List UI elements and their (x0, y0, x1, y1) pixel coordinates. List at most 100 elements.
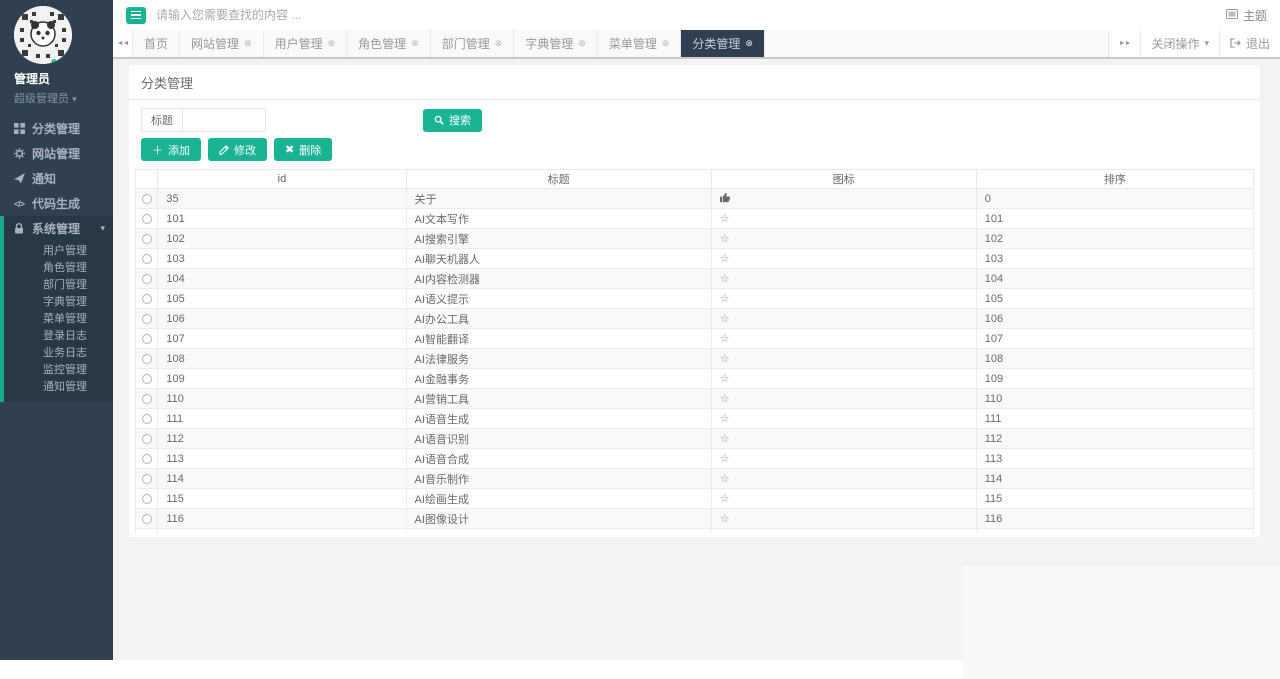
cell-icon (711, 189, 976, 209)
table-row[interactable]: 105AI语义提示☆105 (136, 289, 1254, 309)
exit-button[interactable]: 退出 (1219, 30, 1280, 57)
column-header-icon: 图标 (711, 170, 976, 189)
theme-button[interactable]: 主题 (1226, 7, 1267, 24)
cell-icon: ☆ (711, 229, 976, 249)
app-window: 管理员 超级管理员 ▾ 分类管理网站管理通知</>代码生成系统管理▾用户管理角色… (0, 0, 1280, 660)
cell-sort: 108 (976, 349, 1253, 369)
global-search-input[interactable] (156, 8, 416, 22)
row-radio[interactable] (142, 214, 152, 224)
delete-button[interactable]: ✖ 删除 (274, 138, 332, 161)
sidebar-item-code-gen[interactable]: </>代码生成 (0, 191, 113, 216)
tab-close-icon[interactable]: ⊗ (328, 38, 336, 49)
tab-close-icon[interactable]: ⊗ (411, 38, 419, 49)
tab-user-mgmt[interactable]: 用户管理⊗ (264, 30, 348, 57)
sidebar-item-system-mgmt[interactable]: 系统管理▾ (4, 216, 113, 241)
row-radio[interactable] (142, 454, 152, 464)
tab-close-icon[interactable]: ⊗ (495, 38, 503, 49)
tab-bar-actions: ►► 关闭操作 ▾ 退出 (1108, 30, 1280, 57)
title-filter-input[interactable] (183, 109, 265, 131)
row-radio[interactable] (142, 514, 152, 524)
sidebar-subitem[interactable]: 登录日志 (4, 328, 113, 345)
table-actions: ＋ 添加 修改 ✖ 删除 (141, 138, 1254, 161)
table-row[interactable]: 115AI绘画生成☆115 (136, 489, 1254, 509)
cell-icon: ☆ (711, 269, 976, 289)
row-radio[interactable] (142, 354, 152, 364)
tab-menu-mgmt[interactable]: 菜单管理⊗ (598, 30, 682, 57)
table-row[interactable]: 106AI办公工具☆106 (136, 309, 1254, 329)
row-radio[interactable] (142, 414, 152, 424)
tab-dict-mgmt[interactable]: 字典管理⊗ (514, 30, 598, 57)
star-icon: ☆ (720, 333, 730, 345)
sidebar-subitem[interactable]: 业务日志 (4, 345, 113, 362)
table-row[interactable]: 108AI法律服务☆108 (136, 349, 1254, 369)
cell-icon: ☆ (711, 329, 976, 349)
table-row[interactable]: 107AI智能翻译☆107 (136, 329, 1254, 349)
close-operations-dropdown[interactable]: 关闭操作 ▾ (1140, 30, 1219, 57)
title-filter-label: 标题 (142, 109, 183, 131)
row-radio[interactable] (142, 254, 152, 264)
menu-toggle-button[interactable] (126, 7, 146, 24)
table-row[interactable]: 110AI营销工具☆110 (136, 389, 1254, 409)
cell-id: 116 (158, 509, 406, 529)
tab-close-icon[interactable]: ⊗ (244, 38, 252, 49)
table-row-cutoff (136, 529, 1254, 534)
sidebar-item-website-mgmt[interactable]: 网站管理 (0, 141, 113, 166)
tabs-scroll-left-button[interactable]: ◄◄ (113, 30, 133, 57)
add-button[interactable]: ＋ 添加 (141, 138, 201, 161)
table-row[interactable]: 103AI聊天机器人☆103 (136, 249, 1254, 269)
row-radio[interactable] (142, 294, 152, 304)
tab-website-mgmt[interactable]: 网站管理⊗ (180, 30, 264, 57)
row-radio[interactable] (142, 194, 152, 204)
tab-close-icon[interactable]: ⊗ (745, 38, 753, 49)
table-row[interactable]: 113AI语音合成☆113 (136, 449, 1254, 469)
table-row[interactable]: 104AI内容检测器☆104 (136, 269, 1254, 289)
sidebar-subitem[interactable]: 字典管理 (4, 294, 113, 311)
table-row[interactable]: 114AI音乐制作☆114 (136, 469, 1254, 489)
table-row[interactable]: 102AI搜索引擎☆102 (136, 229, 1254, 249)
cell-title: AI图像设计 (406, 509, 711, 529)
user-role-dropdown[interactable]: 超级管理员 ▾ (14, 90, 113, 106)
tab-close-icon[interactable]: ⊗ (662, 38, 670, 49)
sidebar-subitem[interactable]: 角色管理 (4, 260, 113, 277)
sidebar-subitem[interactable]: 用户管理 (4, 243, 113, 260)
category-table: id 标题 图标 排序 35关于0101AI文本写作☆101102AI搜索引擎☆… (135, 169, 1254, 533)
sidebar-item-categories[interactable]: 分类管理 (0, 116, 113, 141)
cell-id: 105 (158, 289, 406, 309)
tabs-scroll-right-button[interactable]: ►► (1108, 30, 1141, 57)
row-radio[interactable] (142, 434, 152, 444)
tab-home[interactable]: 首页 (133, 30, 180, 57)
cell-id: 109 (158, 369, 406, 389)
cell-sort: 112 (976, 429, 1253, 449)
row-radio[interactable] (142, 394, 152, 404)
tab-category-mgmt[interactable]: 分类管理⊗ (681, 30, 765, 57)
row-radio[interactable] (142, 314, 152, 324)
sidebar-subitem[interactable]: 监控管理 (4, 362, 113, 379)
sidebar-item-notice[interactable]: 通知 (0, 166, 113, 191)
table-row[interactable]: 35关于0 (136, 189, 1254, 209)
cell-icon: ☆ (711, 209, 976, 229)
row-radio[interactable] (142, 234, 152, 244)
cell-sort: 107 (976, 329, 1253, 349)
star-icon: ☆ (720, 213, 730, 225)
tab-bar: ◄◄ 首页网站管理⊗用户管理⊗角色管理⊗部门管理⊗字典管理⊗菜单管理⊗分类管理⊗… (113, 30, 1280, 59)
sidebar-subitem[interactable]: 部门管理 (4, 277, 113, 294)
row-radio[interactable] (142, 334, 152, 344)
row-radio[interactable] (142, 494, 152, 504)
table-row[interactable]: 109AI金融事务☆109 (136, 369, 1254, 389)
search-button[interactable]: 搜索 (423, 109, 482, 132)
tab-close-icon[interactable]: ⊗ (578, 38, 586, 49)
row-radio[interactable] (142, 274, 152, 284)
sidebar-subitem[interactable]: 通知管理 (4, 379, 113, 396)
tab-role-mgmt[interactable]: 角色管理⊗ (347, 30, 431, 57)
table-row[interactable]: 101AI文本写作☆101 (136, 209, 1254, 229)
cell-icon: ☆ (711, 249, 976, 269)
row-radio[interactable] (142, 474, 152, 484)
tab-dept-mgmt[interactable]: 部门管理⊗ (431, 30, 515, 57)
sidebar-subitem[interactable]: 菜单管理 (4, 311, 113, 328)
row-radio[interactable] (142, 374, 152, 384)
cell-title: AI文本写作 (406, 209, 711, 229)
table-row[interactable]: 116AI图像设计☆116 (136, 509, 1254, 529)
table-row[interactable]: 112AI语音识别☆112 (136, 429, 1254, 449)
table-row[interactable]: 111AI语音生成☆111 (136, 409, 1254, 429)
edit-button[interactable]: 修改 (208, 138, 267, 161)
